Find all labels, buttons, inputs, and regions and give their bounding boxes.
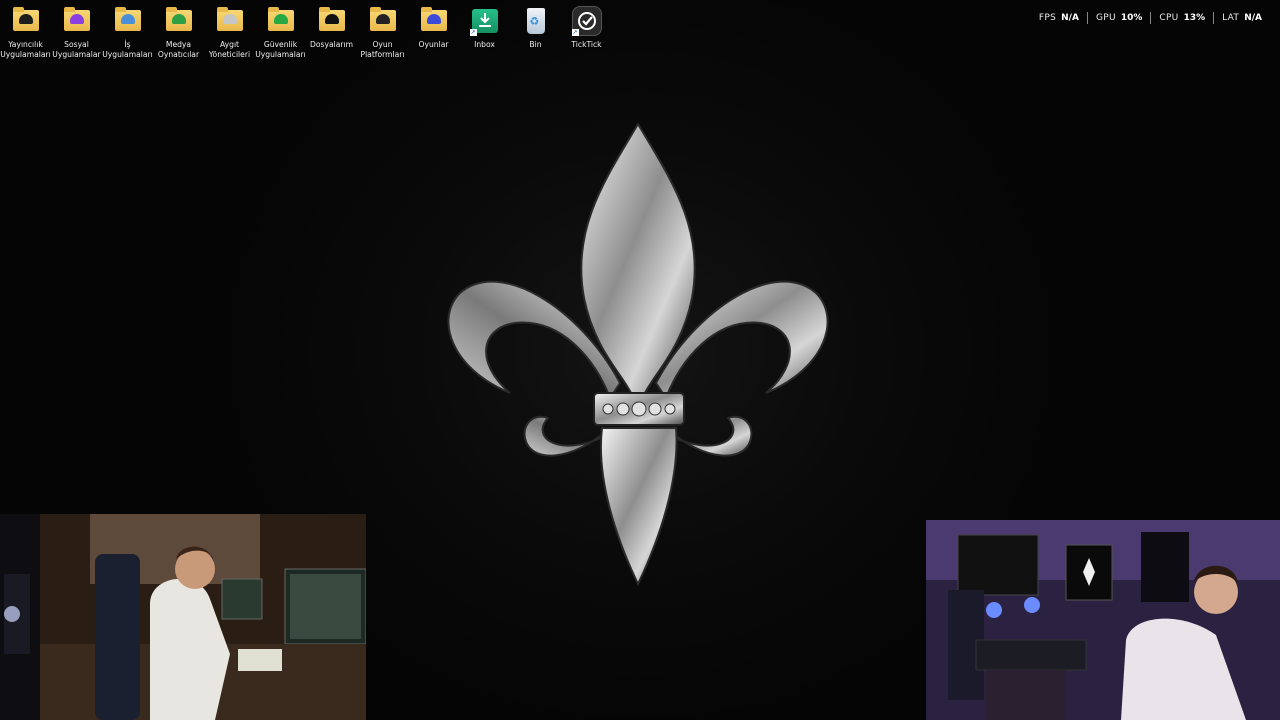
fleur-de-lis-emblem	[447, 122, 829, 587]
desktop-icons: Yayıncılık Uygulamaları Sosyal Uygulamala…	[0, 4, 612, 60]
lat-label: LAT	[1222, 13, 1240, 23]
desktop-icon-label: Bin	[529, 40, 542, 49]
lat-stat: LAT N/A	[1214, 13, 1270, 23]
folder-icon	[317, 6, 347, 36]
desktop-icon-ticktick[interactable]: ↗ TickTick	[561, 4, 612, 60]
webcam-left	[0, 514, 366, 720]
lat-value: N/A	[1244, 13, 1262, 23]
desktop-icon-dosyalarim[interactable]: Dosyalarım	[306, 4, 357, 60]
desktop-icon-label: TickTick	[571, 40, 602, 49]
ticktick-icon: ↗	[571, 6, 602, 36]
folder-icon	[62, 6, 92, 36]
gpu-label: GPU	[1095, 13, 1116, 23]
desktop-icon-label: Yayıncılık Uygulamaları	[0, 40, 51, 59]
fps-label: FPS	[1038, 13, 1057, 23]
desktop-icon-oyun-platformlari[interactable]: Oyun Platformları	[357, 4, 408, 60]
desktop-icon-label: Inbox	[474, 40, 495, 49]
folder-icon	[368, 6, 398, 36]
desktop-icon-aygit-yoneticileri[interactable]: Aygıt Yöneticileri	[204, 4, 255, 60]
recycle-bin-icon: ♻	[521, 6, 551, 36]
folder-icon	[113, 6, 143, 36]
performance-overlay: FPS N/A GPU 10% CPU 13% LAT N/A	[1031, 12, 1270, 24]
gpu-stat: GPU 10%	[1088, 13, 1150, 23]
desktop-icon-label: Oyun Platformları	[360, 40, 405, 59]
desktop-icon-label: Dosyalarım	[310, 40, 353, 49]
folder-icon	[266, 6, 296, 36]
folder-icon	[164, 6, 194, 36]
gpu-value: 10%	[1120, 13, 1143, 23]
desktop-icon-yayincilik-uygulamalari[interactable]: Yayıncılık Uygulamaları	[0, 4, 51, 60]
folder-icon	[11, 6, 41, 36]
desktop-icon-label: İş Uygulamaları	[102, 40, 153, 59]
cpu-label: CPU	[1159, 13, 1179, 23]
webcam-right	[926, 520, 1280, 720]
cpu-stat: CPU 13%	[1151, 13, 1213, 23]
inbox-download-icon: ↗	[469, 6, 500, 36]
desktop-icon-inbox[interactable]: ↗ Inbox	[459, 4, 510, 60]
desktop-icon-label: Sosyal Uygulamalar	[52, 40, 101, 59]
desktop-icon-label: Aygıt Yöneticileri	[208, 40, 251, 59]
fps-stat: FPS N/A	[1031, 13, 1087, 23]
desktop-icon-oyunlar[interactable]: Oyunlar	[408, 4, 459, 60]
desktop-icon-sosyal-uygulamalar[interactable]: Sosyal Uygulamalar	[51, 4, 102, 60]
desktop-icon-guvenlik-uygulamalari[interactable]: Güvenlik Uygulamaları	[255, 4, 306, 60]
fps-value: N/A	[1061, 13, 1079, 23]
cpu-value: 13%	[1183, 13, 1206, 23]
desktop-icon-label: Oyunlar	[418, 40, 449, 49]
desktop-icon-is-uygulamalari[interactable]: İş Uygulamaları	[102, 4, 153, 60]
desktop-icon-medya-oynaticilar[interactable]: Medya Oynatıcılar	[153, 4, 204, 60]
folder-icon	[215, 6, 245, 36]
desktop-icon-label: Medya Oynatıcılar	[157, 40, 200, 59]
desktop-icon-bin[interactable]: ♻ Bin	[510, 4, 561, 60]
folder-icon	[419, 6, 449, 36]
desktop-icon-label: Güvenlik Uygulamaları	[255, 40, 306, 59]
